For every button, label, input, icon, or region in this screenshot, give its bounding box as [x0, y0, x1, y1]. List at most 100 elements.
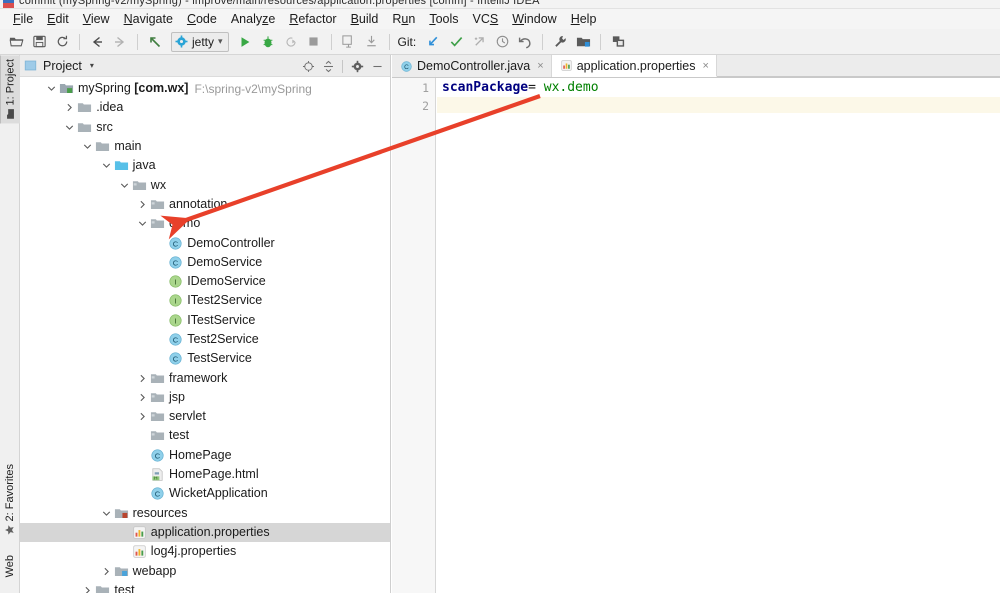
search-everywhere-icon[interactable] [607, 31, 629, 53]
toolbar-separator [600, 33, 602, 50]
menu-build[interactable]: Build [344, 10, 386, 28]
chevron-right-icon[interactable] [101, 566, 112, 577]
tree-row[interactable]: .idea [20, 98, 390, 117]
tree-row[interactable]: C TestService [20, 349, 390, 368]
tree-row-label: wx [150, 177, 167, 192]
tree-row[interactable]: wx [20, 175, 390, 194]
code-editor[interactable]: 1 2 scanPackage= wx.demo [392, 78, 1000, 593]
sidebar-item-favorites[interactable]: 2: Favorites [0, 460, 20, 539]
scroll-from-source-icon[interactable] [299, 57, 317, 75]
tree-row-label: TestService [187, 351, 252, 366]
chevron-down-icon[interactable]: ▾ [90, 61, 94, 70]
menu-help[interactable]: Help [564, 10, 604, 28]
sidebar-item-web[interactable]: Web [0, 551, 20, 581]
tree-row[interactable]: H HomePage.html [20, 465, 390, 484]
tree-row[interactable]: C Test2Service [20, 330, 390, 349]
chevron-right-icon[interactable] [64, 102, 75, 113]
collapse-all-icon[interactable] [319, 57, 337, 75]
wrench-settings-icon[interactable] [549, 31, 571, 53]
tree-row[interactable]: mySpring [com.wx] F:\spring-v2\mySpring [20, 79, 390, 98]
chevron-down-icon[interactable] [137, 218, 148, 229]
synchronize-icon[interactable] [51, 31, 73, 53]
gear-icon [175, 35, 188, 48]
menu-tools[interactable]: Tools [422, 10, 465, 28]
close-icon[interactable]: × [537, 60, 543, 72]
chevron-down-icon[interactable] [46, 83, 57, 94]
menu-view[interactable]: View [76, 10, 117, 28]
tab-democontroller-java[interactable]: C DemoController.java × [392, 55, 552, 77]
tree-row[interactable]: annotation [20, 195, 390, 214]
sidebar-item-project[interactable]: 1: Project [0, 55, 20, 124]
tree-row[interactable]: C DemoController [20, 233, 390, 252]
chevron-down-icon[interactable] [82, 141, 93, 152]
svg-text:C: C [155, 490, 161, 499]
chevron-down-icon[interactable] [101, 160, 112, 171]
history-icon[interactable] [491, 31, 513, 53]
tree-row[interactable]: log4j.properties [20, 542, 390, 561]
rollback-icon[interactable] [514, 31, 536, 53]
save-all-icon[interactable] [28, 31, 50, 53]
chevron-right-icon[interactable] [82, 585, 93, 593]
tree-row[interactable]: demo [20, 214, 390, 233]
tree-row[interactable]: webapp [20, 561, 390, 580]
tree-row[interactable]: java [20, 156, 390, 175]
run-icon[interactable] [234, 31, 256, 53]
chevron-down-icon[interactable] [101, 508, 112, 519]
tree-row[interactable]: framework [20, 368, 390, 387]
tree-row[interactable]: C WicketApplication [20, 484, 390, 503]
profiler-icon[interactable] [338, 31, 360, 53]
settings-gear-icon[interactable] [348, 57, 366, 75]
editor-gutter[interactable]: 1 2 [392, 78, 436, 593]
project-tree[interactable]: mySpring [com.wx] F:\spring-v2\mySpring .i… [20, 77, 390, 593]
tree-row[interactable]: resources [20, 504, 390, 523]
chevron-down-icon[interactable] [119, 180, 130, 191]
chevron-right-icon[interactable] [137, 199, 148, 210]
project-structure-icon[interactable] [572, 31, 594, 53]
tree-row[interactable]: C HomePage [20, 446, 390, 465]
menu-code[interactable]: Code [180, 10, 224, 28]
tree-row[interactable]: main [20, 137, 390, 156]
back-arrow-icon[interactable] [86, 31, 108, 53]
tree-row-label: main [114, 139, 142, 154]
tree-row[interactable]: application.properties [20, 522, 390, 543]
push-icon[interactable] [468, 31, 490, 53]
tree-row[interactable]: I IDemoService [20, 272, 390, 291]
close-icon[interactable]: × [703, 60, 709, 72]
menu-edit[interactable]: Edit [40, 10, 76, 28]
forward-arrow-icon[interactable] [109, 31, 131, 53]
menu-analyze[interactable]: Analyze [224, 10, 282, 28]
tree-row[interactable]: I ITest2Service [20, 291, 390, 310]
package-icon [150, 197, 165, 212]
tree-row-path: F:\spring-v2\mySpring [194, 81, 312, 96]
debug-icon[interactable] [257, 31, 279, 53]
run-with-coverage-icon[interactable] [280, 31, 302, 53]
tab-application-properties[interactable]: application.properties × [551, 55, 717, 77]
tree-row[interactable]: C DemoService [20, 253, 390, 272]
menu-vcs[interactable]: VCS [466, 10, 506, 28]
chevron-down-icon[interactable] [64, 122, 75, 133]
revert-icon[interactable] [144, 31, 166, 53]
menu-file[interactable]: File [6, 10, 40, 28]
tree-row[interactable]: test [20, 426, 390, 445]
hide-window-icon[interactable] [368, 57, 386, 75]
tree-row[interactable]: I ITestService [20, 311, 390, 330]
open-folder-icon[interactable] [5, 31, 27, 53]
tree-row[interactable]: test [20, 581, 390, 593]
chevron-right-icon[interactable] [137, 392, 148, 403]
tree-row[interactable]: jsp [20, 388, 390, 407]
tree-row[interactable]: src [20, 118, 390, 137]
menu-run[interactable]: Run [385, 10, 422, 28]
menu-refactor[interactable]: Refactor [282, 10, 343, 28]
update-project-icon[interactable] [422, 31, 444, 53]
menu-window[interactable]: Window [505, 10, 563, 28]
tree-row[interactable]: servlet [20, 407, 390, 426]
attach-process-icon[interactable] [361, 31, 383, 53]
run-configuration-selector[interactable]: jetty ▾ [171, 31, 229, 52]
stop-icon[interactable] [303, 31, 325, 53]
menu-navigate[interactable]: Navigate [117, 10, 180, 28]
chevron-right-icon[interactable] [137, 411, 148, 422]
chevron-right-icon[interactable] [137, 373, 148, 384]
commit-icon[interactable] [445, 31, 467, 53]
